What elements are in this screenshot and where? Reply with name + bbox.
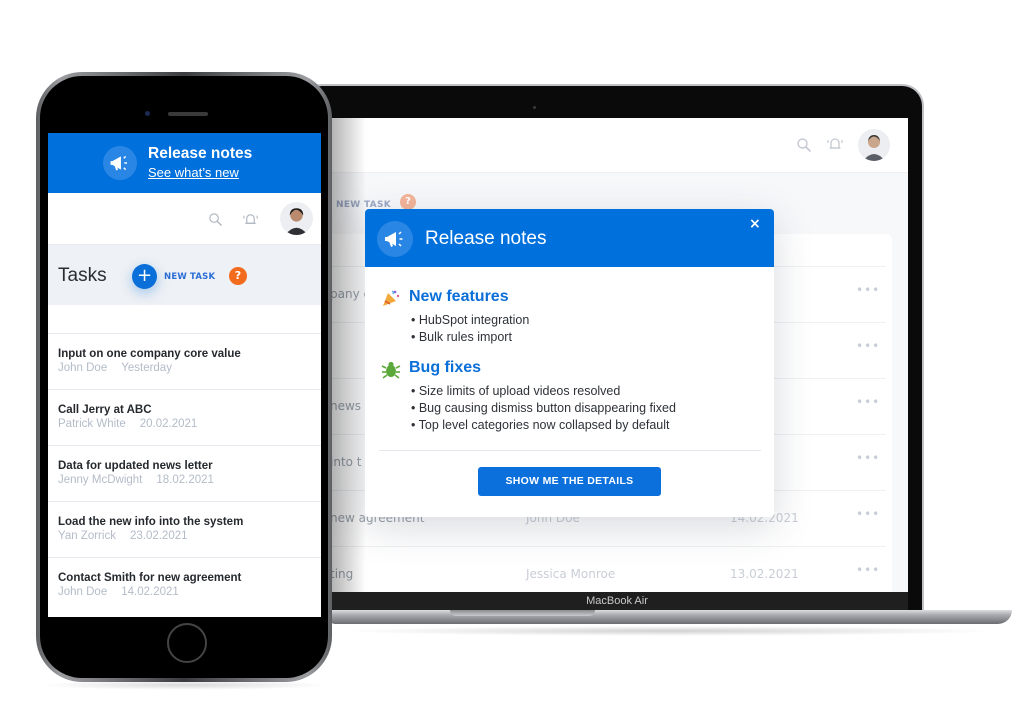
- screen-shadow: [326, 118, 366, 592]
- bell-icon[interactable]: [242, 211, 259, 228]
- task-title: Contact Smith for new agreement: [58, 572, 242, 584]
- list-item[interactable]: Call Jerry at ABC Patrick White 20.02.202…: [48, 389, 321, 445]
- see-whats-new-link[interactable]: See what’s new: [148, 165, 239, 180]
- list-item[interactable]: Data for updated news letter Jenny McDwi…: [48, 445, 321, 501]
- task-title: Data for updated news letter: [58, 460, 213, 472]
- bugfix-item: • Size limits of upload videos resolved: [411, 384, 621, 398]
- party-popper-icon: [383, 290, 400, 306]
- page-title: Tasks: [58, 265, 107, 286]
- task-assignee: Jessica Monroe: [526, 567, 616, 581]
- task-date: 13.02.2021: [730, 567, 799, 581]
- more-dots-icon[interactable]: •••: [856, 283, 880, 297]
- phone-topbar: [48, 193, 321, 245]
- task-assignee: John Doe: [58, 586, 108, 598]
- phone-camera: [145, 111, 150, 116]
- megaphone-icon: [103, 146, 137, 180]
- release-notes-modal: Release notes × New features • HubSpot i…: [365, 209, 774, 517]
- bell-icon[interactable]: [826, 135, 844, 153]
- task-title: Input on one company core value: [58, 348, 241, 360]
- phone-speaker: [168, 112, 208, 116]
- task-assignee: John Doe: [58, 362, 108, 374]
- more-dots-icon[interactable]: •••: [856, 339, 880, 353]
- modal-divider: [379, 450, 761, 451]
- task-assignee: Yan Zorrick: [58, 530, 116, 542]
- laptop-camera: [533, 106, 536, 109]
- laptop-label: MacBook Air: [326, 592, 908, 610]
- task-date: 14.02.2021: [121, 586, 179, 598]
- list-item[interactable]: Contact Smith for new agreement John Doe…: [48, 557, 321, 613]
- task-title: Load the new info into the system: [58, 516, 244, 528]
- bug-icon: [381, 361, 401, 379]
- banner-title: Release notes: [148, 145, 253, 162]
- phone-shadow: [40, 680, 330, 690]
- task-assignee: Patrick White: [58, 418, 126, 430]
- task-date: 23.02.2021: [129, 530, 188, 542]
- section-title-new-features: New features: [409, 288, 509, 305]
- release-notes-banner[interactable]: Release notes See what’s new: [48, 133, 321, 193]
- tasks-header: Tasks + NEW TASK ?: [48, 245, 321, 305]
- home-button[interactable]: [167, 623, 207, 663]
- search-icon[interactable]: [208, 212, 223, 227]
- feature-item: • HubSpot integration: [411, 313, 530, 327]
- table-row[interactable]: ting Jessica Monroe 13.02.2021 •••: [326, 546, 886, 592]
- show-details-button[interactable]: SHOW ME THE DETAILS: [478, 467, 661, 496]
- add-task-button[interactable]: +: [132, 264, 157, 289]
- task-date: 18.02.2021: [156, 474, 214, 486]
- close-icon[interactable]: ×: [749, 216, 761, 232]
- help-badge[interactable]: ?: [400, 194, 416, 210]
- laptop-base: [330, 610, 1012, 624]
- task-date: Yesterday: [121, 362, 172, 374]
- task-title: Call Jerry at ABC: [58, 404, 152, 416]
- help-badge[interactable]: ?: [229, 267, 247, 285]
- task-assignee: Jenny McDwight: [58, 474, 143, 486]
- list-item[interactable]: Input on one company core value John Doe…: [48, 333, 321, 389]
- megaphone-icon: [377, 221, 413, 257]
- task-date: 20.02.2021: [139, 418, 198, 430]
- modal-title: Release notes: [425, 228, 547, 249]
- bugfix-item: • Bug causing dismiss button disappearin…: [411, 401, 676, 415]
- more-dots-icon[interactable]: •••: [856, 563, 880, 577]
- avatar[interactable]: [280, 202, 313, 235]
- new-task-button[interactable]: NEW TASK: [164, 272, 215, 282]
- more-dots-icon[interactable]: •••: [856, 395, 880, 409]
- bugfix-item: • Top level categories now collapsed by …: [411, 418, 670, 432]
- more-dots-icon[interactable]: •••: [856, 451, 880, 465]
- task-list: Input on one company core value John Doe…: [48, 333, 321, 613]
- avatar[interactable]: [858, 129, 890, 161]
- laptop-notch: [450, 610, 595, 616]
- search-icon[interactable]: [796, 137, 812, 153]
- modal-header: Release notes ×: [365, 209, 774, 267]
- laptop-topbar: [326, 118, 908, 173]
- more-dots-icon[interactable]: •••: [856, 507, 880, 521]
- list-item[interactable]: Load the new info into the system Yan Zo…: [48, 501, 321, 557]
- feature-item: • Bulk rules import: [411, 330, 512, 344]
- phone-screen: Release notes See what’s new Tasks + NEW…: [48, 133, 321, 617]
- section-title-bug-fixes: Bug fixes: [409, 359, 482, 376]
- laptop-shadow: [340, 626, 1000, 636]
